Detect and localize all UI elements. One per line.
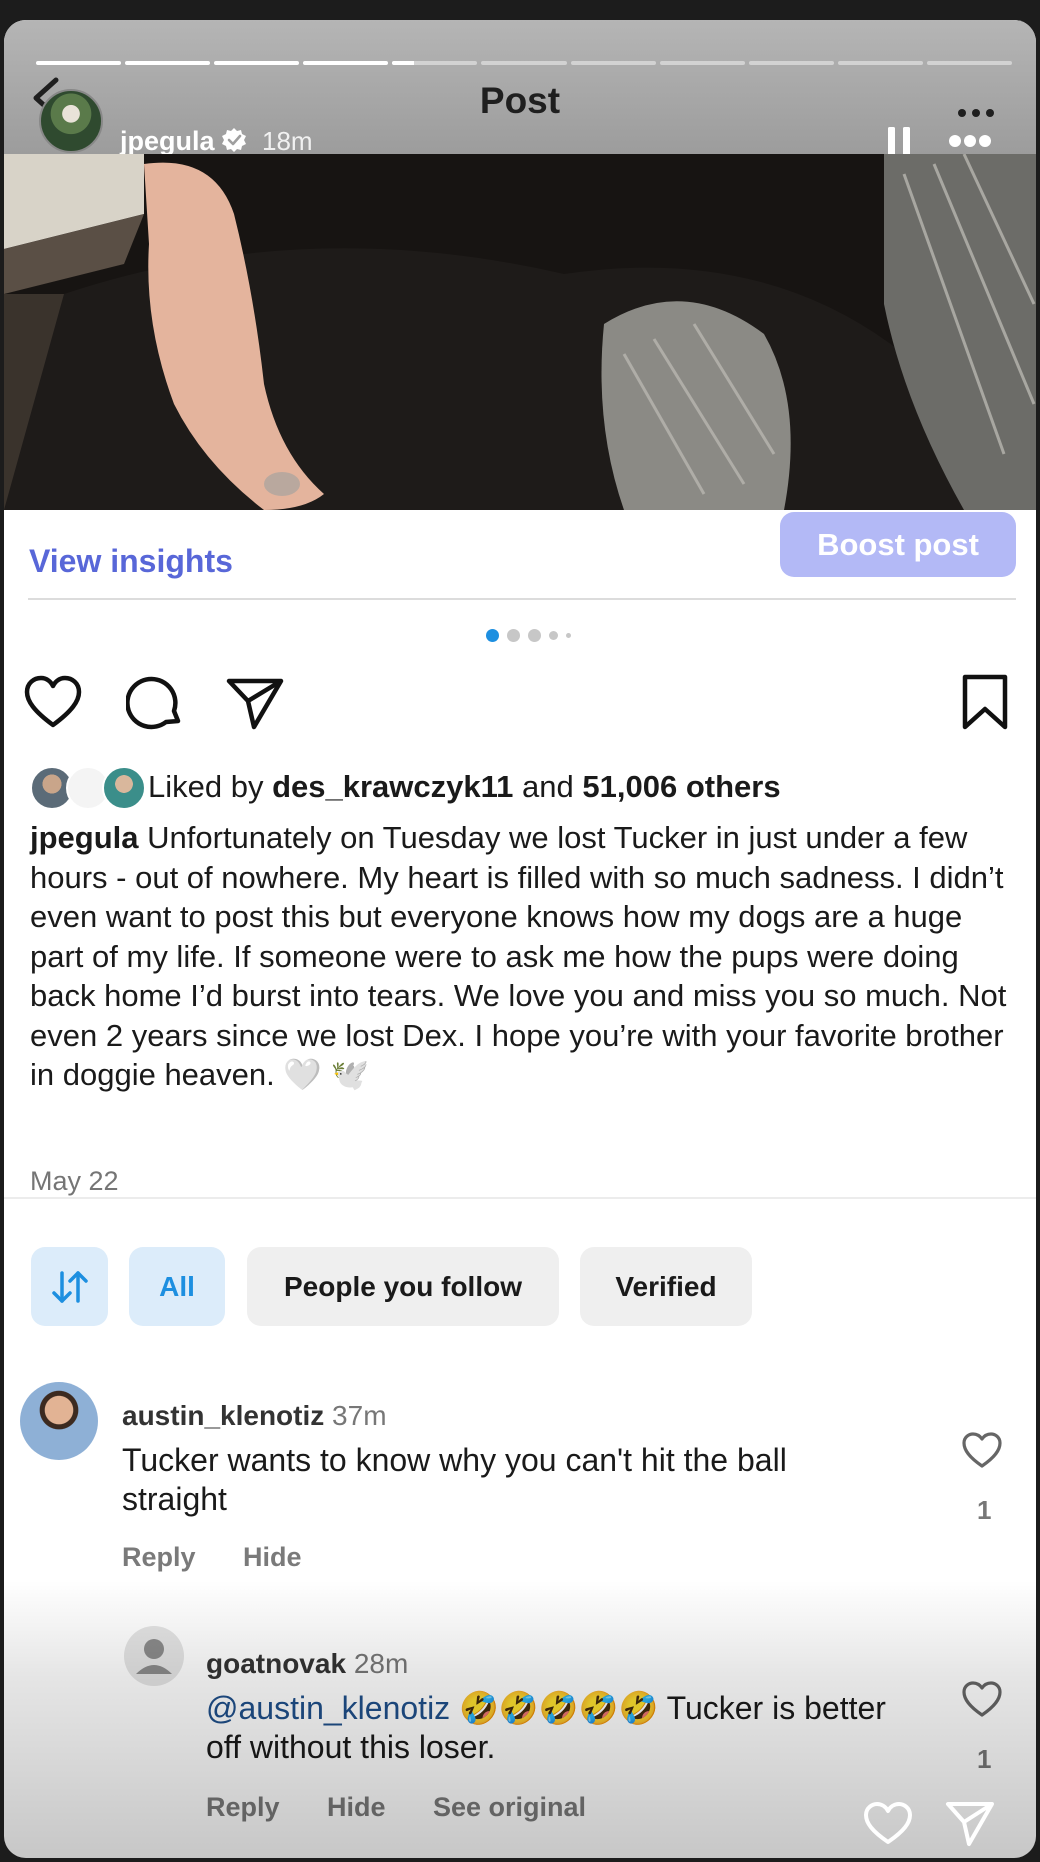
liker-avatars[interactable]	[30, 766, 148, 810]
post-photo	[4, 154, 1036, 510]
story-username[interactable]: jpegula	[120, 126, 215, 157]
default-avatar-icon	[136, 1639, 172, 1674]
progress-segment	[837, 61, 923, 65]
comment-avatar[interactable]	[20, 1382, 98, 1460]
share-icon[interactable]	[226, 673, 284, 731]
story-share-icon[interactable]	[945, 1798, 995, 1848]
filter-all[interactable]: All	[129, 1247, 225, 1326]
likes-others[interactable]: 51,006 others	[582, 769, 780, 804]
comment-like-count: 1	[977, 1744, 992, 1774]
progress-segment	[659, 61, 745, 65]
story-frame: Post jpegula 18m View insights Boost pos…	[4, 20, 1036, 1858]
carousel-dot	[549, 631, 558, 640]
comment-username-line: goatnovak 28m	[206, 1648, 408, 1680]
story-avatar[interactable]	[39, 89, 103, 153]
progress-fill	[392, 61, 414, 65]
story-heart-icon[interactable]	[863, 1800, 913, 1846]
comment-like-count: 1	[977, 1495, 992, 1525]
comment-icon[interactable]	[126, 673, 184, 731]
comment-heart-icon[interactable]	[961, 1679, 1003, 1719]
hide-button[interactable]: Hide	[327, 1792, 386, 1823]
likes-summary[interactable]: Liked by des_krawczyk11 and 51,006 other…	[148, 769, 781, 805]
divider	[28, 598, 1016, 600]
progress-fill	[214, 61, 300, 65]
sort-button[interactable]	[31, 1247, 108, 1326]
carousel-dot-active	[486, 629, 499, 642]
progress-segment	[570, 61, 656, 65]
liker-avatar	[102, 766, 146, 810]
likes-user[interactable]: des_krawczyk11	[272, 769, 513, 804]
story-time: 18m	[262, 126, 313, 156]
progress-segment	[481, 61, 567, 65]
carousel-dot	[507, 629, 520, 642]
verified-icon	[222, 128, 246, 152]
progress-segment	[303, 61, 389, 65]
carousel-dot	[528, 629, 541, 642]
view-insights-link[interactable]: View insights	[29, 543, 233, 580]
page-title: Post	[479, 80, 561, 121]
comment-time: 28m	[353, 1648, 409, 1679]
story-progress	[36, 61, 1013, 65]
boost-post-button[interactable]: Boost post	[780, 512, 1016, 577]
post-caption: jpegula Unfortunately on Tuesday we lost…	[30, 818, 1020, 1095]
see-original-button[interactable]: See original	[433, 1792, 586, 1823]
filter-people-you-follow[interactable]: People you follow	[247, 1247, 559, 1326]
pause-icon[interactable]	[888, 127, 910, 157]
post-date: May 22	[30, 1166, 119, 1196]
bookmark-icon[interactable]	[956, 673, 1014, 731]
progress-fill	[36, 61, 122, 65]
comment-mention[interactable]: @austin_klenotiz	[206, 1690, 450, 1726]
heart-icon[interactable]	[24, 673, 82, 731]
likes-prefix: Liked by	[148, 769, 264, 804]
comment-username[interactable]: goatnovak	[206, 1648, 346, 1679]
carousel-indicator	[486, 629, 571, 642]
dog-photo-illustration	[4, 154, 1036, 510]
more-icon[interactable]	[956, 108, 996, 118]
divider	[4, 1197, 1036, 1199]
progress-segment	[926, 61, 1013, 65]
story-more-icon[interactable]	[948, 134, 992, 148]
comment-username[interactable]: austin_klenotiz	[122, 1400, 324, 1431]
filter-verified[interactable]: Verified	[580, 1247, 752, 1326]
reply-avatar[interactable]	[124, 1626, 184, 1686]
story-header: Post jpegula 18m	[4, 20, 1036, 157]
comment-text: @austin_klenotiz 🤣🤣🤣🤣🤣 Tucker is better …	[206, 1689, 906, 1767]
progress-segment	[392, 61, 478, 65]
comment-text: Tucker wants to know why you can't hit t…	[122, 1442, 787, 1517]
progress-fill	[303, 61, 389, 65]
carousel-dot	[566, 633, 571, 638]
reply-button[interactable]: Reply	[122, 1542, 196, 1573]
comment-time: 37m	[332, 1400, 387, 1431]
caption-text: Unfortunately on Tuesday we lost Tucker …	[30, 820, 1007, 1092]
progress-segment	[36, 61, 122, 65]
progress-segment	[748, 61, 834, 65]
reply-button[interactable]: Reply	[206, 1792, 280, 1823]
comment-heart-icon[interactable]	[961, 1430, 1003, 1470]
sort-icon	[51, 1270, 88, 1303]
caption-username[interactable]: jpegula	[30, 820, 139, 855]
progress-segment	[214, 61, 300, 65]
hide-button[interactable]: Hide	[243, 1542, 302, 1573]
progress-segment	[125, 61, 211, 65]
likes-joiner: and	[522, 769, 574, 804]
comment-username-line: austin_klenotiz 37m	[122, 1400, 387, 1432]
progress-fill	[125, 61, 211, 65]
